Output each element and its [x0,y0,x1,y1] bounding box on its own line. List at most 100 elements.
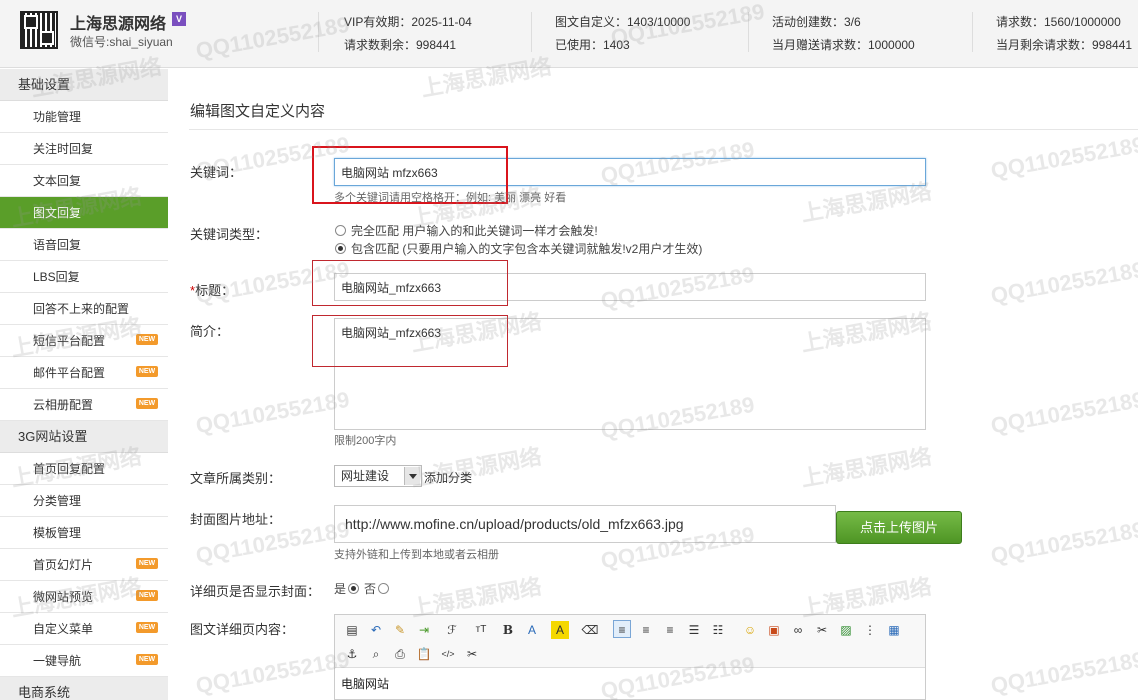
code-icon[interactable]: </> [439,645,457,663]
category-selected-value: 网址建设 [341,469,390,483]
cover-url-input[interactable] [334,505,836,543]
link-icon[interactable]: ∞ [789,621,807,639]
radio-label: 完全匹配 用户输入的和此关键词一样才会触发! [351,224,598,238]
paste-icon[interactable]: 📋 [415,645,433,663]
sidebar-item-label: 一键导航 [33,654,82,668]
sidebar-item-lbs-reply[interactable]: LBS回复 [0,261,168,293]
wechat-id: 微信号:shai_siyuan [70,35,173,49]
monthly-gift-requests: 当月赠送请求数：1000000 [772,38,915,52]
insert-icon[interactable]: ⇥ [415,621,433,639]
eraser-icon[interactable]: ⌫ [581,621,599,639]
sidebar-item-home-reply[interactable]: 首页回复配置 [0,453,168,485]
new-badge: NEW [136,334,158,345]
cut-icon[interactable]: ✂ [463,645,481,663]
sidebar-item-label: 关注时回复 [33,142,94,156]
sidebar-item-template-manage[interactable]: 模板管理 [0,517,168,549]
vip-expiry: VIP有效期：2025-11-04 [344,15,472,29]
unlink-icon[interactable]: ✂ [813,621,831,639]
sidebar-item-cloud-album-config[interactable]: 云相册配置 NEW [0,389,168,421]
sidebar-item-label: 回答不上来的配置 [33,302,130,316]
top-header: 上海思源网络 V 微信号:shai_siyuan VIP有效期：2025-11-… [0,0,1138,68]
sidebar-item-category-manage[interactable]: 分类管理 [0,485,168,517]
highlight-box [312,146,508,204]
sidebar-item-fallback-config[interactable]: 回答不上来的配置 [0,293,168,325]
sidebar-item-one-click-nav[interactable]: 一键导航 NEW [0,645,168,677]
editor-content[interactable]: 电脑网站 [341,675,389,692]
align-center-icon[interactable]: ≡ [637,621,655,639]
radio-exact-match[interactable]: 完全匹配 用户输入的和此关键词一样才会触发! [335,222,598,239]
page-title: 编辑图文自定义内容 [190,103,326,120]
sidebar-item-label: 图文回复 [33,206,82,220]
divider [972,12,973,52]
font-bg-color-icon[interactable]: A [551,621,569,639]
divider [748,12,749,52]
source-icon[interactable]: ▤ [343,621,361,639]
watermark-text: QQ1102552189 [988,386,1138,439]
detail-label: 图文详细页内容： [190,622,295,637]
summary-label: 简介： [190,324,230,339]
new-badge: NEW [136,654,158,665]
watermark-text: 上海思源网络 [799,443,934,492]
unordered-list-icon[interactable]: ☷ [709,621,727,639]
search-icon[interactable]: ⌕ [367,645,385,663]
sidebar-item-label: 模板管理 [33,526,82,540]
sidebar-item-follow-reply[interactable]: 关注时回复 [0,133,168,165]
sidebar-item-mail-config[interactable]: 邮件平台配置 NEW [0,357,168,389]
bold-icon[interactable]: B [499,621,517,639]
no-label: 否 [364,582,377,596]
ordered-list-icon[interactable]: ☰ [685,621,703,639]
print-icon[interactable]: ⎙ [391,645,409,663]
undo-icon[interactable]: ↶ [367,621,385,639]
add-category-link[interactable]: 添加分类 [424,469,472,486]
rich-text-editor[interactable]: ▤ ↶ ✎ ⇥ ℱ тT B A A ⌫ ≡ ≡ ≡ ☰ ☷ ☺ ▣ ∞ ✂ ▨… [334,614,926,700]
radio-label: 包含匹配 (只要用户输入的文字包含本关键词就触发!v2用户才生效) [351,242,703,256]
watermark-text: QQ1102552189 [988,646,1138,699]
upload-image-button[interactable]: 点击上传图片 [836,511,962,544]
format-brush-icon[interactable]: ✎ [391,621,409,639]
font-size-icon[interactable]: тT [469,621,493,639]
monthly-remaining-requests: 当月剩余请求数：998441 [996,38,1133,52]
align-right-icon[interactable]: ≡ [661,621,679,639]
sidebar-section-basic[interactable]: 基础设置 [0,69,168,101]
sidebar-item-function-manage[interactable]: 功能管理 [0,101,168,133]
sidebar-section-ecommerce[interactable]: 电商系统 [0,677,168,700]
highlight-box [312,260,508,306]
font-color-icon[interactable]: A [523,621,541,639]
sidebar-section-3g[interactable]: 3G网站设置 [0,421,168,453]
sidebar-item-graphic-reply[interactable]: 图文回复 [0,197,168,229]
show-cover-label: 详细页是否显示封面： [190,584,321,599]
align-left-icon[interactable]: ≡ [613,620,631,638]
anchor-icon[interactable]: ⚓ [343,645,361,663]
insert-image-icon[interactable]: ▣ [765,621,783,639]
radio-no-icon[interactable] [378,583,390,594]
cover-hint: 支持外链和上传到本地或者云相册 [334,549,499,561]
sidebar-item-text-reply[interactable]: 文本回复 [0,165,168,197]
used-count: 已使用：1403 [555,38,630,52]
brand-name: 上海思源网络 [70,16,167,33]
keyword-label: 关键词： [190,165,243,180]
summary-hint: 限制200字内 [334,435,397,447]
sidebar-item-label: LBS回复 [33,270,80,284]
sidebar-item-sms-config[interactable]: 短信平台配置 NEW [0,325,168,357]
sidebar-item-site-preview[interactable]: 微网站预览 NEW [0,581,168,613]
radio-yes-icon[interactable] [348,583,360,594]
category-select[interactable]: 网址建设 [334,465,422,487]
sidebar-item-label: 自定义菜单 [33,622,94,636]
sidebar-item-voice-reply[interactable]: 语音回复 [0,229,168,261]
title-label-text: 标题： [195,283,235,298]
sidebar-item-home-slides[interactable]: 首页幻灯片 NEW [0,549,168,581]
sidebar-item-custom-menu[interactable]: 自定义菜单 NEW [0,613,168,645]
image-icon[interactable]: ▨ [837,621,855,639]
radio-contains-match[interactable]: 包含匹配 (只要用户输入的文字包含本关键词就触发!v2用户才生效) [335,240,702,257]
sidebar-item-label: 功能管理 [33,110,82,124]
grid-icon[interactable]: ⋮ [861,621,879,639]
radio-icon[interactable] [335,225,346,236]
table-icon[interactable]: ▦ [885,621,903,639]
emoji-icon[interactable]: ☺ [741,621,759,639]
sidebar-item-label: 语音回复 [33,238,82,252]
watermark-text: QQ1102552189 [988,516,1138,569]
cover-label: 封面图片地址： [190,512,282,527]
radio-icon[interactable] [335,243,346,254]
chevron-down-icon[interactable] [404,467,420,485]
font-family-icon[interactable]: ℱ [441,621,463,639]
